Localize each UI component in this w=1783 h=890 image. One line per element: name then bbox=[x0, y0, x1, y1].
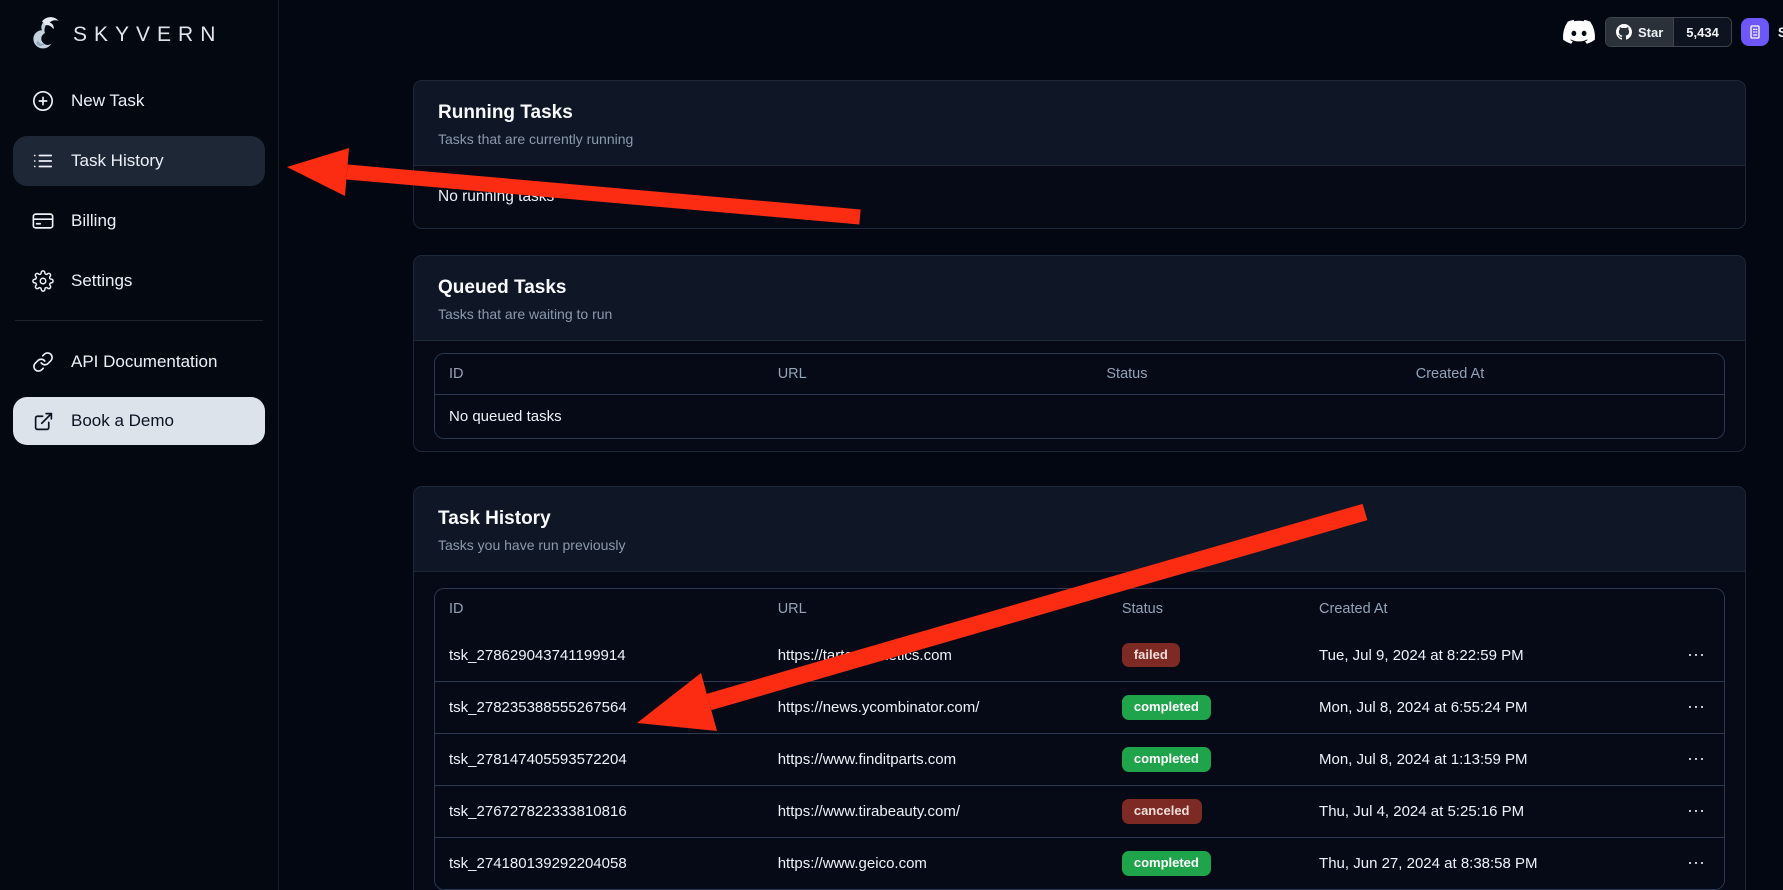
queued-tasks-header: Queued Tasks Tasks that are waiting to r… bbox=[414, 256, 1745, 341]
task-history-header: Task History Tasks you have run previous… bbox=[414, 487, 1745, 572]
column-header-id: ID bbox=[435, 593, 764, 625]
history-table-body: tsk_278629043741199914 https://tartecosm… bbox=[435, 629, 1724, 889]
table-header-row: ID URL Status Created At bbox=[435, 354, 1724, 394]
task-row[interactable]: tsk_278147405593572204 https://www.findi… bbox=[435, 733, 1724, 785]
queued-tasks-table: ID URL Status Created At No queued tasks bbox=[434, 353, 1725, 439]
task-created-at-cell: Mon, Jul 8, 2024 at 6:55:24 PM bbox=[1305, 691, 1658, 724]
status-badge: completed bbox=[1122, 747, 1211, 772]
card-title: Queued Tasks bbox=[438, 277, 1721, 299]
task-created-at-cell: Tue, Jul 9, 2024 at 8:22:59 PM bbox=[1305, 639, 1658, 672]
task-status-cell: failed bbox=[1108, 635, 1305, 676]
row-menu-button[interactable]: ⋯ bbox=[1658, 741, 1724, 778]
sidebar-nav: New Task Task History Billing Settings bbox=[13, 76, 265, 445]
skyvern-dragon-icon bbox=[19, 12, 65, 58]
sidebar-item-label: Book a Demo bbox=[71, 411, 174, 431]
column-header-status: Status bbox=[1108, 593, 1305, 625]
status-badge: completed bbox=[1122, 851, 1211, 876]
book-a-demo-button[interactable]: Book a Demo bbox=[13, 397, 265, 445]
task-created-at-cell: Mon, Jul 8, 2024 at 1:13:59 PM bbox=[1305, 743, 1658, 776]
column-header-id: ID bbox=[435, 358, 764, 390]
column-header-created-at: Created At bbox=[1402, 358, 1724, 390]
task-row[interactable]: tsk_278235388555267564 https://news.ycom… bbox=[435, 681, 1724, 733]
sidebar-item-billing[interactable]: Billing bbox=[13, 196, 265, 246]
task-created-at-cell: Thu, Jun 27, 2024 at 8:38:58 PM bbox=[1305, 847, 1658, 880]
credit-card-icon bbox=[31, 210, 55, 232]
column-header-actions bbox=[1658, 601, 1724, 617]
task-history-table: ID URL Status Created At tsk_27862904374… bbox=[434, 588, 1725, 890]
card-subtitle: Tasks that are currently running bbox=[438, 131, 1721, 147]
brand-name: SKYVERN bbox=[73, 23, 222, 47]
row-menu-button[interactable]: ⋯ bbox=[1658, 793, 1724, 830]
main-content: Running Tasks Tasks that are currently r… bbox=[279, 0, 1783, 890]
task-url-cell: https://www.tirabeauty.com/ bbox=[764, 795, 1108, 828]
status-badge: failed bbox=[1122, 643, 1180, 668]
external-link-icon bbox=[31, 411, 55, 432]
no-queued-tasks-text: No queued tasks bbox=[435, 400, 1724, 433]
no-running-tasks-text: No running tasks bbox=[414, 166, 1745, 228]
ellipsis-icon: ⋯ bbox=[1687, 853, 1706, 873]
task-id-cell: tsk_278147405593572204 bbox=[435, 743, 764, 776]
running-tasks-header: Running Tasks Tasks that are currently r… bbox=[414, 81, 1745, 166]
ellipsis-icon: ⋯ bbox=[1687, 645, 1706, 665]
ellipsis-icon: ⋯ bbox=[1687, 749, 1706, 769]
row-menu-button[interactable]: ⋯ bbox=[1658, 689, 1724, 726]
task-created-at-cell: Thu, Jul 4, 2024 at 5:25:16 PM bbox=[1305, 795, 1658, 828]
row-menu-button[interactable]: ⋯ bbox=[1658, 845, 1724, 882]
sidebar-divider bbox=[15, 320, 263, 321]
task-history-body: ID URL Status Created At tsk_27862904374… bbox=[414, 572, 1745, 890]
card-title: Running Tasks bbox=[438, 102, 1721, 124]
sidebar-item-task-history[interactable]: Task History bbox=[13, 136, 265, 186]
task-url-cell: https://news.ycombinator.com/ bbox=[764, 691, 1108, 724]
sidebar-item-label: Billing bbox=[71, 211, 116, 231]
gear-icon bbox=[31, 270, 55, 292]
task-id-cell: tsk_276727822333810816 bbox=[435, 795, 764, 828]
sidebar-item-label: Settings bbox=[71, 271, 132, 291]
sidebar-item-new-task[interactable]: New Task bbox=[13, 76, 265, 126]
task-status-cell: canceled bbox=[1108, 791, 1305, 832]
sidebar: SKYVERN New Task Task History Billing S bbox=[0, 0, 279, 890]
sidebar-item-label: API Documentation bbox=[71, 352, 217, 372]
brand-logo: SKYVERN bbox=[13, 10, 265, 76]
queued-tasks-card: Queued Tasks Tasks that are waiting to r… bbox=[413, 255, 1746, 452]
task-row[interactable]: tsk_278629043741199914 https://tartecosm… bbox=[435, 629, 1724, 681]
link-icon bbox=[31, 351, 55, 373]
sidebar-item-label: Task History bbox=[71, 151, 164, 171]
card-title: Task History bbox=[438, 508, 1721, 530]
task-status-cell: completed bbox=[1108, 687, 1305, 728]
task-url-cell: https://www.geico.com bbox=[764, 847, 1108, 880]
card-subtitle: Tasks you have run previously bbox=[438, 537, 1721, 553]
card-subtitle: Tasks that are waiting to run bbox=[438, 306, 1721, 322]
task-status-cell: completed bbox=[1108, 739, 1305, 780]
task-url-cell: https://tartecosmetics.com bbox=[764, 639, 1108, 672]
running-tasks-card: Running Tasks Tasks that are currently r… bbox=[413, 80, 1746, 229]
row-menu-button[interactable]: ⋯ bbox=[1658, 637, 1724, 674]
task-id-cell: tsk_278235388555267564 bbox=[435, 691, 764, 724]
sidebar-item-settings[interactable]: Settings bbox=[13, 256, 265, 306]
task-url-cell: https://www.finditparts.com bbox=[764, 743, 1108, 776]
column-header-url: URL bbox=[764, 358, 1093, 390]
ellipsis-icon: ⋯ bbox=[1687, 801, 1706, 821]
status-badge: canceled bbox=[1122, 799, 1202, 824]
task-row[interactable]: tsk_276727822333810816 https://www.tirab… bbox=[435, 785, 1724, 837]
task-history-card: Task History Tasks you have run previous… bbox=[413, 486, 1746, 890]
column-header-url: URL bbox=[764, 593, 1108, 625]
task-row[interactable]: tsk_274180139292204058 https://www.geico… bbox=[435, 837, 1724, 889]
task-id-cell: tsk_274180139292204058 bbox=[435, 847, 764, 880]
task-status-cell: completed bbox=[1108, 843, 1305, 884]
ellipsis-icon: ⋯ bbox=[1687, 697, 1706, 717]
sidebar-item-label: New Task bbox=[71, 91, 144, 111]
status-badge: completed bbox=[1122, 695, 1211, 720]
plus-circle-icon bbox=[31, 90, 55, 112]
sidebar-item-api-documentation[interactable]: API Documentation bbox=[13, 337, 265, 387]
column-header-status: Status bbox=[1092, 358, 1401, 390]
no-queued-tasks-row: No queued tasks bbox=[435, 394, 1724, 438]
queued-tasks-body: ID URL Status Created At No queued tasks bbox=[414, 341, 1745, 451]
column-header-created-at: Created At bbox=[1305, 593, 1658, 625]
list-icon bbox=[31, 150, 55, 172]
task-id-cell: tsk_278629043741199914 bbox=[435, 639, 764, 672]
table-header-row: ID URL Status Created At bbox=[435, 589, 1724, 629]
